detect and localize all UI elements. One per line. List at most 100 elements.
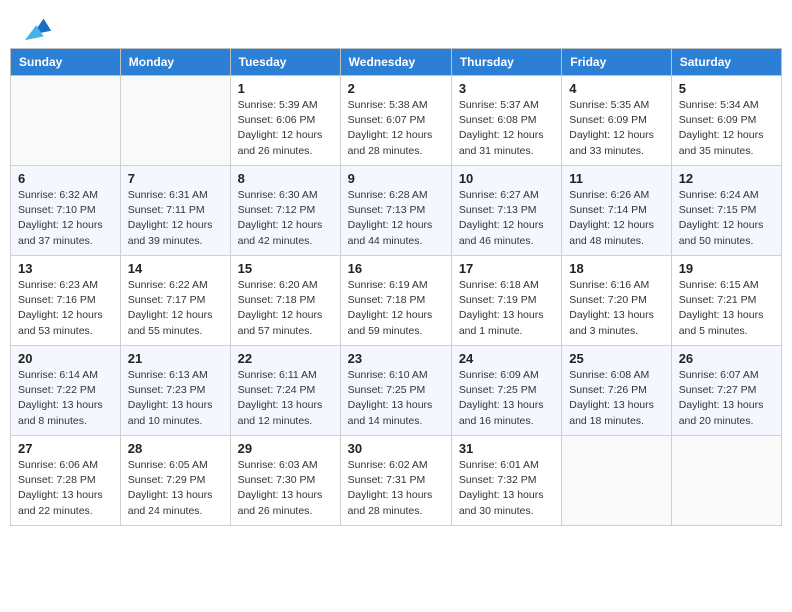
calendar-header: SundayMondayTuesdayWednesdayThursdayFrid… xyxy=(11,49,782,76)
day-info: Sunrise: 6:28 AM Sunset: 7:13 PM Dayligh… xyxy=(348,188,444,249)
calendar-cell: 29 Sunrise: 6:03 AM Sunset: 7:30 PM Dayli… xyxy=(230,436,340,526)
day-number: 17 xyxy=(459,261,554,276)
day-number: 24 xyxy=(459,351,554,366)
col-header-friday: Friday xyxy=(562,49,671,76)
day-info: Sunrise: 6:26 AM Sunset: 7:14 PM Dayligh… xyxy=(569,188,663,249)
calendar-cell: 21 Sunrise: 6:13 AM Sunset: 7:23 PM Dayli… xyxy=(120,346,230,436)
day-number: 12 xyxy=(679,171,774,186)
calendar-cell xyxy=(671,436,781,526)
day-info: Sunrise: 6:05 AM Sunset: 7:29 PM Dayligh… xyxy=(128,458,223,519)
day-number: 13 xyxy=(18,261,113,276)
calendar-cell: 9 Sunrise: 6:28 AM Sunset: 7:13 PM Daylig… xyxy=(340,166,451,256)
calendar-cell: 28 Sunrise: 6:05 AM Sunset: 7:29 PM Dayli… xyxy=(120,436,230,526)
calendar-cell: 1 Sunrise: 5:39 AM Sunset: 6:06 PM Daylig… xyxy=(230,76,340,166)
calendar-cell: 3Sunrise: 5:37 AM Sunset: 6:08 PM Daylig… xyxy=(451,76,561,166)
col-header-wednesday: Wednesday xyxy=(340,49,451,76)
day-info: Sunrise: 5:35 AM Sunset: 6:09 PM Dayligh… xyxy=(569,98,663,159)
logo-icon xyxy=(25,14,53,42)
day-number: 20 xyxy=(18,351,113,366)
day-info: Sunrise: 6:18 AM Sunset: 7:19 PM Dayligh… xyxy=(459,278,554,339)
col-header-tuesday: Tuesday xyxy=(230,49,340,76)
calendar-cell xyxy=(120,76,230,166)
day-number: 23 xyxy=(348,351,444,366)
calendar-cell: 4 Sunrise: 5:35 AM Sunset: 6:09 PM Daylig… xyxy=(562,76,671,166)
day-info: Sunrise: 6:10 AM Sunset: 7:25 PM Dayligh… xyxy=(348,368,444,429)
calendar-cell: 22 Sunrise: 6:11 AM Sunset: 7:24 PM Dayli… xyxy=(230,346,340,436)
day-number: 7 xyxy=(128,171,223,186)
day-info: Sunrise: 6:08 AM Sunset: 7:26 PM Dayligh… xyxy=(569,368,663,429)
col-header-monday: Monday xyxy=(120,49,230,76)
day-info: Sunrise: 6:03 AM Sunset: 7:30 PM Dayligh… xyxy=(238,458,333,519)
logo xyxy=(20,14,53,42)
day-info: Sunrise: 6:16 AM Sunset: 7:20 PM Dayligh… xyxy=(569,278,663,339)
calendar-cell: 25 Sunrise: 6:08 AM Sunset: 7:26 PM Dayli… xyxy=(562,346,671,436)
day-info: Sunrise: 6:15 AM Sunset: 7:21 PM Dayligh… xyxy=(679,278,774,339)
calendar-cell: 2 Sunrise: 5:38 AM Sunset: 6:07 PM Daylig… xyxy=(340,76,451,166)
day-info: Sunrise: 6:23 AM Sunset: 7:16 PM Dayligh… xyxy=(18,278,113,339)
calendar-cell: 16Sunrise: 6:19 AM Sunset: 7:18 PM Dayli… xyxy=(340,256,451,346)
day-info: Sunrise: 6:32 AM Sunset: 7:10 PM Dayligh… xyxy=(18,188,113,249)
day-number: 28 xyxy=(128,441,223,456)
calendar-cell: 8 Sunrise: 6:30 AM Sunset: 7:12 PM Daylig… xyxy=(230,166,340,256)
calendar-cell: 13 Sunrise: 6:23 AM Sunset: 7:16 PM Dayli… xyxy=(11,256,121,346)
day-number: 4 xyxy=(569,81,663,96)
day-info: Sunrise: 5:34 AM Sunset: 6:09 PM Dayligh… xyxy=(679,98,774,159)
day-number: 29 xyxy=(238,441,333,456)
calendar-cell: 17 Sunrise: 6:18 AM Sunset: 7:19 PM Dayli… xyxy=(451,256,561,346)
calendar-cell: 18 Sunrise: 6:16 AM Sunset: 7:20 PM Dayli… xyxy=(562,256,671,346)
calendar-cell: 24 Sunrise: 6:09 AM Sunset: 7:25 PM Dayli… xyxy=(451,346,561,436)
day-number: 6 xyxy=(18,171,113,186)
col-header-sunday: Sunday xyxy=(11,49,121,76)
day-info: Sunrise: 6:20 AM Sunset: 7:18 PM Dayligh… xyxy=(238,278,333,339)
day-number: 21 xyxy=(128,351,223,366)
day-info: Sunrise: 6:11 AM Sunset: 7:24 PM Dayligh… xyxy=(238,368,333,429)
calendar-cell: 11 Sunrise: 6:26 AM Sunset: 7:14 PM Dayli… xyxy=(562,166,671,256)
day-number: 22 xyxy=(238,351,333,366)
col-header-saturday: Saturday xyxy=(671,49,781,76)
calendar-cell: 5Sunrise: 5:34 AM Sunset: 6:09 PM Daylig… xyxy=(671,76,781,166)
day-number: 11 xyxy=(569,171,663,186)
calendar-cell xyxy=(562,436,671,526)
day-info: Sunrise: 6:19 AM Sunset: 7:18 PM Dayligh… xyxy=(348,278,444,339)
calendar-cell: 30 Sunrise: 6:02 AM Sunset: 7:31 PM Dayli… xyxy=(340,436,451,526)
day-number: 2 xyxy=(348,81,444,96)
day-info: Sunrise: 6:02 AM Sunset: 7:31 PM Dayligh… xyxy=(348,458,444,519)
day-number: 31 xyxy=(459,441,554,456)
day-info: Sunrise: 6:27 AM Sunset: 7:13 PM Dayligh… xyxy=(459,188,554,249)
day-info: Sunrise: 5:39 AM Sunset: 6:06 PM Dayligh… xyxy=(238,98,333,159)
calendar-cell xyxy=(11,76,121,166)
calendar-cell: 27 Sunrise: 6:06 AM Sunset: 7:28 PM Dayli… xyxy=(11,436,121,526)
calendar-cell: 12 Sunrise: 6:24 AM Sunset: 7:15 PM Dayli… xyxy=(671,166,781,256)
day-info: Sunrise: 5:38 AM Sunset: 6:07 PM Dayligh… xyxy=(348,98,444,159)
calendar-cell: 6 Sunrise: 6:32 AM Sunset: 7:10 PM Daylig… xyxy=(11,166,121,256)
day-number: 27 xyxy=(18,441,113,456)
day-info: Sunrise: 6:30 AM Sunset: 7:12 PM Dayligh… xyxy=(238,188,333,249)
day-info: Sunrise: 6:24 AM Sunset: 7:15 PM Dayligh… xyxy=(679,188,774,249)
day-number: 25 xyxy=(569,351,663,366)
calendar-cell: 15 Sunrise: 6:20 AM Sunset: 7:18 PM Dayli… xyxy=(230,256,340,346)
day-number: 8 xyxy=(238,171,333,186)
day-info: Sunrise: 6:14 AM Sunset: 7:22 PM Dayligh… xyxy=(18,368,113,429)
day-number: 26 xyxy=(679,351,774,366)
day-number: 18 xyxy=(569,261,663,276)
day-number: 9 xyxy=(348,171,444,186)
calendar-cell: 31Sunrise: 6:01 AM Sunset: 7:32 PM Dayli… xyxy=(451,436,561,526)
day-number: 1 xyxy=(238,81,333,96)
calendar-cell: 19Sunrise: 6:15 AM Sunset: 7:21 PM Dayli… xyxy=(671,256,781,346)
calendar-cell: 23 Sunrise: 6:10 AM Sunset: 7:25 PM Dayli… xyxy=(340,346,451,436)
day-number: 10 xyxy=(459,171,554,186)
calendar-cell: 26 Sunrise: 6:07 AM Sunset: 7:27 PM Dayli… xyxy=(671,346,781,436)
calendar-wrap: SundayMondayTuesdayWednesdayThursdayFrid… xyxy=(0,48,792,536)
day-number: 3 xyxy=(459,81,554,96)
day-info: Sunrise: 6:13 AM Sunset: 7:23 PM Dayligh… xyxy=(128,368,223,429)
calendar-table: SundayMondayTuesdayWednesdayThursdayFrid… xyxy=(10,48,782,526)
day-info: Sunrise: 6:09 AM Sunset: 7:25 PM Dayligh… xyxy=(459,368,554,429)
day-number: 30 xyxy=(348,441,444,456)
calendar-cell: 20 Sunrise: 6:14 AM Sunset: 7:22 PM Dayli… xyxy=(11,346,121,436)
col-header-thursday: Thursday xyxy=(451,49,561,76)
day-info: Sunrise: 6:07 AM Sunset: 7:27 PM Dayligh… xyxy=(679,368,774,429)
day-number: 14 xyxy=(128,261,223,276)
calendar-cell: 7Sunrise: 6:31 AM Sunset: 7:11 PM Daylig… xyxy=(120,166,230,256)
day-info: Sunrise: 6:06 AM Sunset: 7:28 PM Dayligh… xyxy=(18,458,113,519)
day-number: 15 xyxy=(238,261,333,276)
